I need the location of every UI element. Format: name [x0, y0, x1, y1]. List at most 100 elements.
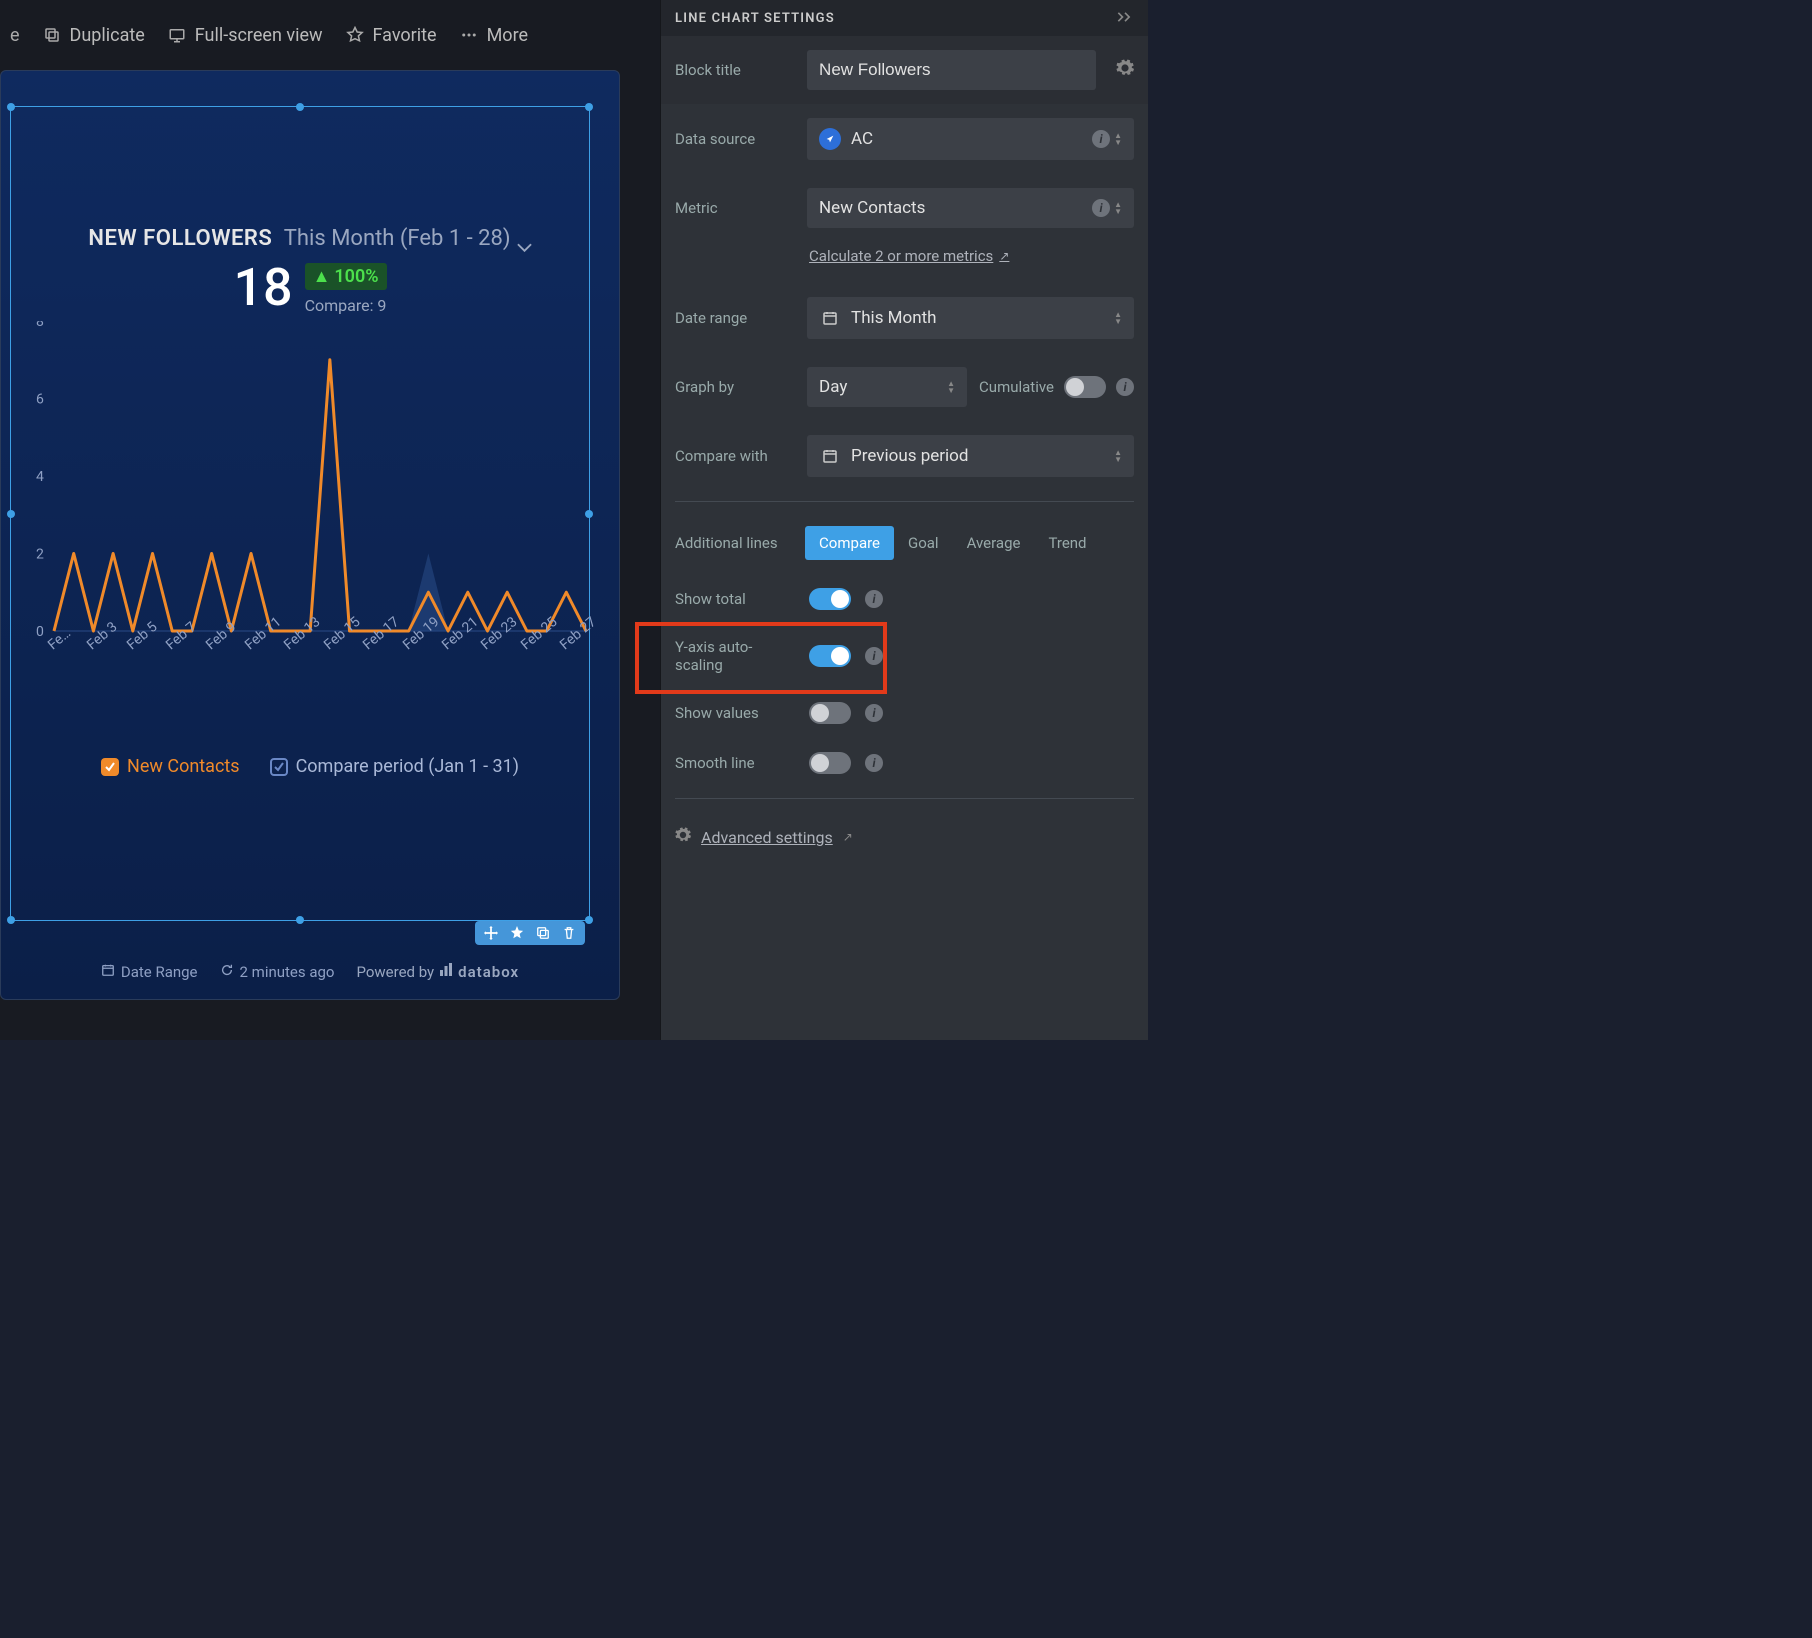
- show-values-toggle[interactable]: [809, 702, 851, 724]
- external-link-icon: ↗: [843, 830, 853, 844]
- calendar-icon: [819, 307, 841, 329]
- info-icon[interactable]: i: [1092, 130, 1110, 148]
- fullscreen-label: Full-screen view: [195, 25, 323, 46]
- move-icon[interactable]: [483, 925, 499, 941]
- compare-with-value: Previous period: [851, 446, 968, 466]
- advanced-settings-link[interactable]: Advanced settings: [701, 828, 833, 847]
- resize-handle[interactable]: [7, 103, 15, 111]
- smooth-line-toggle[interactable]: [809, 752, 851, 774]
- yaxis-autoscaling-toggle[interactable]: [809, 645, 851, 667]
- checkbox-checked-icon: [101, 758, 119, 776]
- resize-handle[interactable]: [296, 103, 304, 111]
- info-icon[interactable]: i: [865, 704, 883, 722]
- tab-compare[interactable]: Compare: [805, 526, 894, 560]
- more-button[interactable]: More: [459, 25, 528, 46]
- card-toolbar: e Duplicate Full-screen view Favorite Mo…: [0, 0, 660, 70]
- chart-plot-area: 02468: [25, 321, 603, 641]
- card-action-bar: [475, 921, 585, 945]
- show-total-toggle[interactable]: [809, 588, 851, 610]
- line-chart-svg: 02468: [25, 321, 603, 641]
- last-updated-text: 2 minutes ago: [240, 963, 335, 981]
- calculate-metrics-link[interactable]: Calculate 2 or more metrics ↗: [809, 247, 1009, 265]
- chart-total-value: 18: [233, 257, 292, 318]
- resize-handle[interactable]: [296, 916, 304, 924]
- metric-dropdown[interactable]: New Contacts i ▲▼: [807, 188, 1134, 228]
- fullscreen-icon: [167, 25, 187, 45]
- graph-by-dropdown[interactable]: Day ▲▼: [807, 367, 967, 407]
- date-range-footer-button[interactable]: Date Range: [101, 963, 198, 981]
- calendar-icon: [819, 445, 841, 467]
- more-icon: [459, 25, 479, 45]
- info-icon[interactable]: i: [1116, 378, 1134, 396]
- svg-text:8: 8: [36, 321, 44, 330]
- toolbar-partial-item[interactable]: e: [10, 25, 20, 46]
- metric-value: New Contacts: [819, 198, 925, 218]
- compare-with-dropdown[interactable]: Previous period ▲▼: [807, 435, 1134, 477]
- cumulative-label: Cumulative: [979, 378, 1054, 396]
- advanced-settings-text: Advanced settings: [701, 828, 833, 847]
- info-icon[interactable]: i: [865, 647, 883, 665]
- sort-icon: ▲▼: [1114, 201, 1122, 215]
- fullscreen-button[interactable]: Full-screen view: [167, 25, 323, 46]
- gear-icon[interactable]: [1116, 59, 1134, 81]
- chart-card[interactable]: NEW FOLLOWERS This Month (Feb 1 - 28) 18…: [0, 70, 620, 1000]
- chart-header: NEW FOLLOWERS This Month (Feb 1 - 28) 18…: [1, 226, 619, 318]
- tab-trend[interactable]: Trend: [1034, 526, 1100, 560]
- refresh-icon: [220, 963, 234, 981]
- legend-primary-label: New Contacts: [127, 756, 240, 777]
- chart-date-range-text: This Month (Feb 1 - 28): [284, 226, 511, 251]
- collapse-panel-icon[interactable]: [1116, 11, 1134, 26]
- block-title-input[interactable]: [807, 50, 1096, 90]
- data-source-dropdown[interactable]: AC i ▲▼: [807, 118, 1134, 160]
- duplicate-button[interactable]: Duplicate: [42, 25, 145, 46]
- trash-icon[interactable]: [561, 925, 577, 941]
- favorite-label: Favorite: [373, 25, 437, 46]
- star-icon: [345, 25, 365, 45]
- smooth-line-label: Smooth line: [675, 754, 795, 772]
- percent-change-value: 100%: [334, 266, 378, 287]
- resize-handle[interactable]: [585, 916, 593, 924]
- graph-by-value: Day: [819, 377, 847, 397]
- info-icon[interactable]: i: [865, 590, 883, 608]
- tab-average[interactable]: Average: [953, 526, 1035, 560]
- favorite-button[interactable]: Favorite: [345, 25, 437, 46]
- date-range-value: This Month: [851, 308, 936, 328]
- star-icon[interactable]: [509, 925, 525, 941]
- checkbox-checked-icon: [270, 758, 288, 776]
- date-range-dropdown[interactable]: This Month ▲▼: [807, 297, 1134, 339]
- tab-goal[interactable]: Goal: [894, 526, 953, 560]
- resize-handle[interactable]: [7, 510, 15, 518]
- percent-change-badge: ▲ 100%: [305, 263, 387, 290]
- copy-icon[interactable]: [535, 925, 551, 941]
- legend-item-primary[interactable]: New Contacts: [101, 756, 240, 777]
- graph-by-label: Graph by: [675, 378, 795, 396]
- info-icon[interactable]: i: [1092, 199, 1110, 217]
- card-footer: Date Range 2 minutes ago Powered by data…: [1, 957, 619, 987]
- svg-text:4: 4: [36, 469, 44, 485]
- info-icon[interactable]: i: [865, 754, 883, 772]
- sort-icon: ▲▼: [1114, 449, 1122, 463]
- chart-title: NEW FOLLOWERS: [88, 226, 272, 251]
- sort-icon: ▲▼: [1114, 132, 1122, 146]
- duplicate-label: Duplicate: [70, 25, 145, 46]
- sort-icon: ▲▼: [947, 380, 955, 394]
- show-total-label: Show total: [675, 590, 795, 608]
- date-range-footer-label: Date Range: [121, 963, 198, 981]
- last-updated[interactable]: 2 minutes ago: [220, 963, 335, 981]
- duplicate-icon: [42, 25, 62, 45]
- cumulative-toggle[interactable]: [1064, 376, 1106, 398]
- data-source-value: AC: [851, 129, 873, 149]
- resize-handle[interactable]: [7, 916, 15, 924]
- calendar-icon: [101, 963, 115, 981]
- show-values-label: Show values: [675, 704, 795, 722]
- data-source-icon: [819, 128, 841, 150]
- resize-handle[interactable]: [585, 103, 593, 111]
- chevron-down-icon: [517, 234, 532, 244]
- legend-item-compare[interactable]: Compare period (Jan 1 - 31): [270, 756, 519, 777]
- metric-label: Metric: [675, 199, 795, 217]
- powered-by-label: Powered by: [356, 963, 434, 981]
- legend-compare-label: Compare period (Jan 1 - 31): [296, 756, 519, 777]
- chart-date-range[interactable]: This Month (Feb 1 - 28): [284, 226, 532, 251]
- powered-by: Powered by databox: [356, 962, 519, 982]
- triangle-up-icon: ▲: [313, 266, 331, 287]
